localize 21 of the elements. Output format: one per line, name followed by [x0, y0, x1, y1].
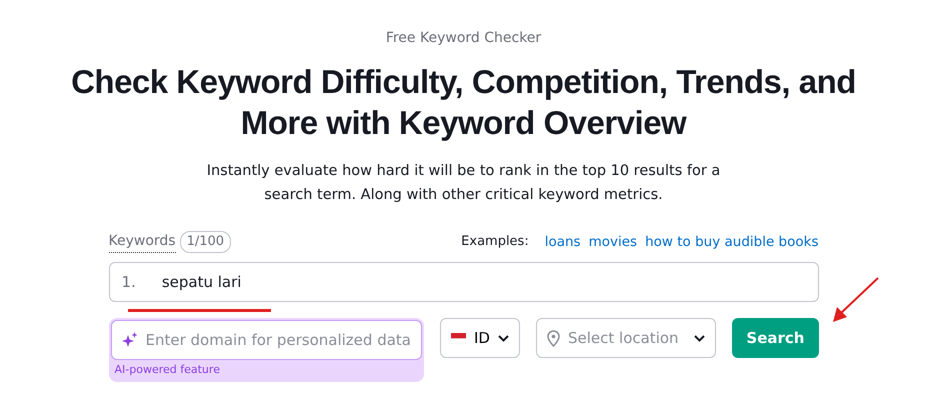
country-dropdown[interactable]: ID [440, 318, 520, 358]
example-link[interactable]: movies [588, 232, 638, 252]
example-link[interactable]: loans [544, 232, 581, 252]
chevron-down-icon [694, 334, 706, 342]
flag-icon [451, 332, 466, 344]
page-title: Check Keyword Difficulty, Competition, Trends, and More with Keyword Overview [70, 62, 857, 143]
chevron-down-icon [498, 334, 509, 342]
location-pin-icon [546, 330, 560, 346]
search-button[interactable]: Search [732, 318, 818, 358]
location-dropdown[interactable]: Select location [536, 318, 716, 358]
sparkle-icon [122, 332, 138, 348]
example-link[interactable]: how to buy audible books [645, 232, 818, 252]
keyword-field[interactable]: 1. sepatu lari [108, 262, 818, 302]
keywords-label: Keywords [108, 231, 176, 253]
eyebrow-text: Free Keyword Checker [384, 29, 542, 48]
description-text: Instantly evaluate how hard it will be to rank in the top 10 results for a search term. Along with other critical keyword metrics. [206, 162, 722, 205]
ai-feature-note: AI-powered feature [114, 362, 221, 378]
keyword-count: 1/100 [180, 231, 232, 253]
domain-field[interactable]: Enter domain for personalized data [110, 320, 422, 360]
line-number: 1. [122, 272, 136, 293]
examples-label: Examples: [461, 233, 529, 252]
